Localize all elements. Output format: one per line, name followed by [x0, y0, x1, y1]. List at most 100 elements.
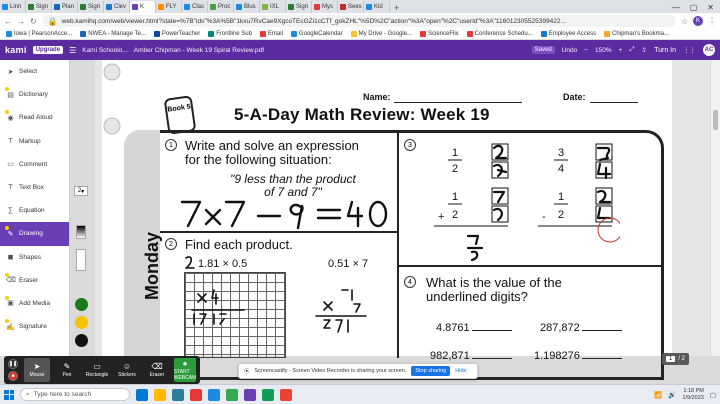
upgrade-button[interactable]: Upgrade	[32, 46, 64, 54]
recorder-stickers-button[interactable]: ☺ Stickers	[114, 358, 140, 382]
volume-icon[interactable]: 🔊	[668, 391, 676, 399]
tool-signature[interactable]: ✍ Signature	[0, 315, 69, 338]
wifi-icon[interactable]: 📶	[654, 391, 662, 399]
stroke-size-select[interactable]: 2 ▾	[74, 186, 88, 196]
browser-tab[interactable]: Clev	[104, 1, 130, 13]
more-menu-icon[interactable]: ⋮	[708, 17, 716, 26]
url-field[interactable]: 🔒 web.kamihq.com/web/viewer.html?state=%…	[41, 15, 676, 27]
menu-icon[interactable]: ☰	[69, 46, 76, 55]
clock[interactable]: 1:18 PM 1/9/2023	[682, 388, 703, 402]
undo-button[interactable]: Undo	[562, 47, 578, 54]
scrollbar[interactable]	[711, 60, 720, 356]
recorder-mouse-button[interactable]: ➤ Mouse	[24, 358, 50, 382]
taskbar-app-icon[interactable]	[136, 388, 148, 401]
taskbar-app-icon[interactable]	[172, 388, 184, 401]
current-page-input[interactable]: 1	[666, 356, 676, 362]
reload-icon[interactable]: ↻	[30, 17, 37, 26]
taskbar-app-icon[interactable]	[208, 388, 220, 401]
turn-in-button[interactable]: Turn In	[654, 47, 676, 54]
tool-drawing[interactable]: ✎ Drawing	[0, 222, 69, 246]
color-swatch[interactable]	[75, 316, 88, 329]
fullscreen-icon[interactable]: ⤢	[629, 46, 634, 54]
tool-select[interactable]: ➤ Select	[0, 60, 69, 83]
browser-tab[interactable]: IXL	[260, 1, 286, 13]
browser-tab[interactable]: Clas	[182, 1, 208, 13]
browser-tab[interactable]: FLY	[156, 1, 182, 13]
tool-dictionary[interactable]: ▤ Dictionary	[0, 83, 69, 106]
bookmark-item[interactable]: ScienceFlix	[419, 31, 459, 37]
profile-avatar[interactable]: K	[693, 16, 703, 26]
color-swatch[interactable]	[75, 298, 88, 311]
browser-tab[interactable]: Mys	[312, 1, 338, 13]
tool-shapes[interactable]: ◼ Shapes	[0, 246, 69, 269]
user-avatar[interactable]: AC	[703, 44, 715, 56]
tool-eraser[interactable]: ⌫ Eraser	[0, 269, 69, 292]
date-field-line[interactable]	[590, 102, 638, 103]
question-4-answer-line-b[interactable]	[581, 330, 622, 331]
grid-icon[interactable]: ⋮⋮	[683, 46, 696, 54]
bookmark-item[interactable]: Iowa | PearsonAcce...	[6, 31, 72, 37]
taskbar-app-icon[interactable]	[190, 388, 202, 401]
scrollbar-thumb[interactable]	[713, 110, 718, 130]
zoom-out-icon[interactable]: −	[584, 47, 588, 54]
bookmark-item[interactable]: Email	[259, 31, 283, 37]
recorder-eraser-button[interactable]: ⌫ Eraser	[144, 358, 170, 382]
taskbar-search[interactable]: ⌕ Type here to search	[20, 388, 130, 401]
color-gradient-picker[interactable]	[76, 225, 86, 239]
browser-tab[interactable]: Proc	[208, 1, 234, 13]
taskbar-app-icon[interactable]	[262, 388, 274, 401]
minimize-icon[interactable]: —	[672, 3, 680, 12]
browser-tab[interactable]: Plan	[52, 1, 78, 13]
share-icon[interactable]: ⇪	[642, 46, 647, 54]
browser-tab[interactable]: Sign	[78, 1, 104, 13]
tool-comment[interactable]: ▭ Comment	[0, 153, 69, 176]
question-4-answer-line-a[interactable]	[471, 330, 512, 331]
taskbar-app-icon[interactable]	[244, 388, 256, 401]
question-4-answer-line-c[interactable]	[471, 358, 512, 359]
back-icon[interactable]: ←	[4, 17, 12, 26]
color-swatch[interactable]	[75, 334, 88, 347]
zoom-in-icon[interactable]: +	[619, 47, 623, 54]
windows-start-icon[interactable]	[4, 389, 14, 400]
stop-sharing-button[interactable]: Stop sharing	[411, 366, 451, 376]
breadcrumb[interactable]: Kami Schoolo...	[82, 47, 128, 54]
browser-tab[interactable]: K	[130, 1, 156, 13]
forward-icon[interactable]: →	[17, 17, 25, 26]
browser-tab[interactable]: Sign	[26, 1, 52, 13]
bookmark-item[interactable]: Employee Access	[540, 31, 596, 37]
tool-read-aloud[interactable]: ◉ Read Aloud	[0, 106, 69, 129]
taskbar-app-icon[interactable]	[154, 388, 166, 401]
browser-tab[interactable]: Kid	[364, 1, 390, 13]
close-icon[interactable]: ✕	[707, 3, 714, 12]
start-webcam-button[interactable]: ● START WEBCAM	[174, 358, 196, 382]
stroke-preview[interactable]	[76, 249, 86, 271]
browser-tab[interactable]: Blus	[234, 1, 260, 13]
taskbar-app-icon[interactable]	[226, 388, 238, 401]
zoom-level[interactable]: 150%	[595, 47, 612, 54]
pause-icon[interactable]: ❚❚	[8, 359, 18, 369]
new-tab-icon[interactable]: +	[390, 3, 403, 13]
tool-add-media[interactable]: ▣ Add Media	[0, 292, 69, 315]
recorder-pen-button[interactable]: ✎ Pen	[54, 358, 80, 382]
browser-tab[interactable]: Sees	[338, 1, 364, 13]
question-4-answer-line-d[interactable]	[581, 358, 622, 359]
notifications-icon[interactable]: ▢	[710, 391, 716, 399]
tool-equation[interactable]: ∑ Equation	[0, 199, 69, 222]
star-icon[interactable]: ☆	[681, 17, 688, 26]
browser-tab[interactable]: Sign	[286, 1, 312, 13]
bookmark-item[interactable]: Frontline Sub	[208, 31, 252, 37]
name-field-line[interactable]	[394, 102, 522, 103]
stop-record-icon[interactable]: ■	[8, 371, 18, 381]
bookmark-item[interactable]: NWEA - Manage Te...	[80, 31, 146, 37]
tool-text-box[interactable]: T Text Box	[0, 176, 69, 199]
hide-button[interactable]: Hide	[455, 368, 466, 374]
browser-tab[interactable]: Linn	[0, 1, 26, 13]
bookmark-item[interactable]: Conference Schedu...	[466, 31, 533, 37]
bookmark-item[interactable]: PowerTeacher	[153, 31, 200, 37]
maximize-icon[interactable]: ▢	[690, 3, 698, 12]
bookmark-item[interactable]: Chipman's Bookma...	[604, 31, 669, 37]
tool-markup[interactable]: T Markup	[0, 130, 69, 153]
bookmark-item[interactable]: GoogleCalendar	[290, 31, 343, 37]
taskbar-app-icon[interactable]	[280, 388, 292, 401]
bookmark-item[interactable]: My Drive - Google...	[350, 31, 412, 37]
